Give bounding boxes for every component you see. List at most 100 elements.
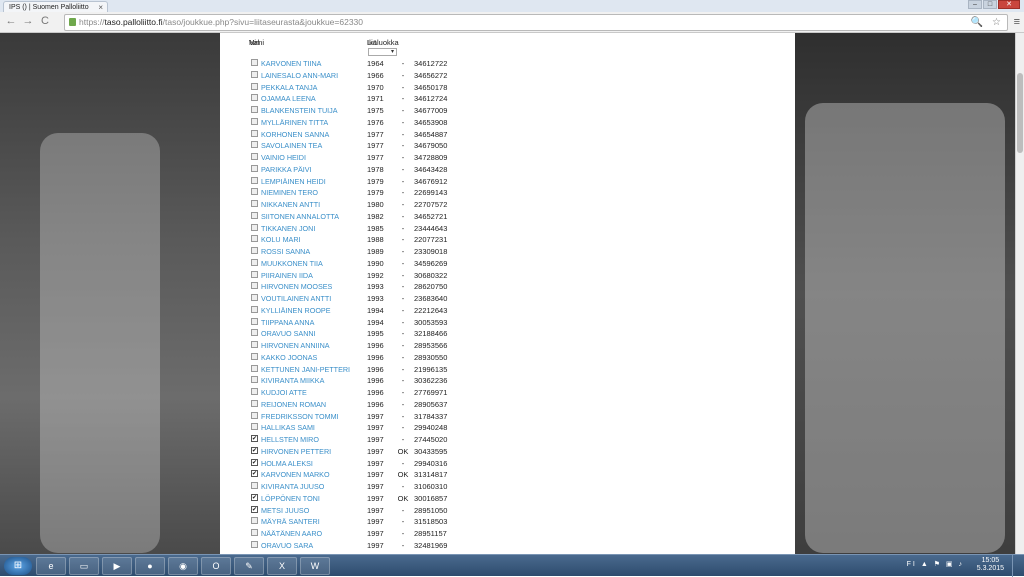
row-checkbox[interactable]: ✔: [251, 435, 258, 442]
player-name-link[interactable]: KAKKO JOONAS: [261, 353, 317, 362]
player-name-link[interactable]: KIVIRANTA JUUSO: [261, 482, 324, 491]
player-name-link[interactable]: HIRVONEN ANNIINA: [261, 341, 330, 350]
player-name-link[interactable]: VAINIO HEIDI: [261, 153, 306, 162]
tab-close-icon[interactable]: ×: [98, 3, 103, 12]
row-checkbox[interactable]: [251, 117, 258, 125]
row-checkbox[interactable]: ✔: [251, 470, 258, 478]
player-name-link[interactable]: NÄÄTÄNEN AARO: [261, 529, 322, 538]
row-checkbox[interactable]: [251, 211, 258, 219]
row-checkbox[interactable]: [251, 106, 258, 113]
row-checkbox[interactable]: [251, 376, 258, 384]
player-name-link[interactable]: HELLSTEN MIRO: [261, 435, 319, 444]
scrollbar-thumb[interactable]: [1017, 73, 1023, 153]
player-name-link[interactable]: FREDRIKSSON TOMMI: [261, 412, 339, 421]
row-checkbox[interactable]: [251, 200, 258, 207]
player-name-link[interactable]: LÖPPÖNEN TONI: [261, 494, 320, 503]
player-name-link[interactable]: VOUTILAINEN ANTTI: [261, 294, 331, 303]
player-name-link[interactable]: KIVIRANTA MIIKKA: [261, 376, 324, 385]
player-name-link[interactable]: KARVONEN TIINA: [261, 59, 321, 68]
row-checkbox[interactable]: [251, 317, 258, 325]
row-checkbox[interactable]: [251, 164, 258, 172]
row-checkbox[interactable]: [251, 129, 258, 137]
notes-icon[interactable]: ✎: [234, 557, 264, 575]
player-name-link[interactable]: HIRVONEN MOOSES: [261, 282, 332, 291]
row-checkbox[interactable]: [251, 540, 258, 548]
player-name-link[interactable]: NIKKANEN ANTTI: [261, 200, 320, 209]
player-name-link[interactable]: OJAMAA LEENA: [261, 94, 316, 103]
player-name-link[interactable]: LAINESALO ANN-MARI: [261, 71, 338, 80]
back-icon[interactable]: ←: [4, 15, 18, 27]
player-name-link[interactable]: PIIRAINEN IIDA: [261, 271, 313, 280]
bookmark-star-icon[interactable]: 🔍 ☆: [971, 15, 1004, 30]
player-name-link[interactable]: METSI JUUSO: [261, 506, 309, 515]
player-name-link[interactable]: ORAVUO SANNI: [261, 329, 316, 338]
row-checkbox[interactable]: [251, 329, 258, 337]
player-name-link[interactable]: KARVONEN MARKO: [261, 470, 330, 479]
address-bar[interactable]: https://taso.palloliitto.fi/taso/joukkue…: [64, 14, 1008, 31]
row-checkbox[interactable]: [251, 223, 258, 231]
player-name-link[interactable]: BLANKENSTEIN TUIJA: [261, 106, 338, 115]
outlook-icon[interactable]: O: [201, 557, 231, 575]
row-checkbox[interactable]: [251, 411, 258, 419]
row-checkbox[interactable]: [251, 282, 258, 290]
player-name-link[interactable]: KYLLIÄINEN ROOPE: [261, 306, 331, 315]
row-checkbox[interactable]: [251, 423, 258, 431]
player-name-link[interactable]: HIRVONEN PETTERI: [261, 447, 331, 456]
player-name-link[interactable]: HALLIKAS SAMI: [261, 423, 315, 432]
row-checkbox[interactable]: [251, 258, 258, 266]
player-name-link[interactable]: KETTUNEN JANI-PETTERI: [261, 365, 350, 374]
excel-icon[interactable]: X: [267, 557, 297, 575]
row-checkbox[interactable]: ✔: [251, 458, 258, 466]
player-name-link[interactable]: PEKKALA TANJA: [261, 83, 317, 92]
player-name-link[interactable]: PARIKKA PÄIVI: [261, 165, 312, 174]
player-name-link[interactable]: NIEMINEN TERO: [261, 188, 318, 197]
minimize-button[interactable]: –: [968, 0, 982, 9]
row-checkbox[interactable]: [251, 153, 258, 160]
forward-icon[interactable]: →: [21, 15, 35, 27]
player-name-link[interactable]: ROSSI SANNA: [261, 247, 310, 256]
player-name-link[interactable]: HOLMA ALEKSI: [261, 459, 313, 468]
row-checkbox[interactable]: [251, 188, 258, 196]
row-checkbox[interactable]: [251, 235, 258, 243]
row-checkbox[interactable]: [251, 82, 258, 90]
row-checkbox[interactable]: [251, 364, 258, 372]
clock[interactable]: 15:05 5.3.2015: [977, 557, 1004, 573]
player-name-link[interactable]: MYLLÄRINEN TITTA: [261, 118, 328, 127]
ie-icon[interactable]: e: [36, 557, 66, 575]
row-checkbox[interactable]: [251, 341, 258, 348]
row-checkbox[interactable]: [251, 482, 258, 489]
player-name-link[interactable]: KOLU MARI: [261, 235, 301, 244]
age-class-filter-select[interactable]: ▾: [368, 48, 397, 56]
row-checkbox[interactable]: [251, 70, 258, 78]
row-checkbox[interactable]: [251, 399, 258, 407]
player-name-link[interactable]: KUDJOI ATTE: [261, 388, 307, 397]
scrollbar[interactable]: [1015, 33, 1024, 554]
row-checkbox[interactable]: [251, 141, 258, 149]
player-name-link[interactable]: MUUKKONEN TIIA: [261, 259, 323, 268]
player-name-link[interactable]: TIIPPANA ANNA: [261, 318, 314, 327]
row-checkbox[interactable]: ✔: [251, 493, 258, 501]
maximize-button[interactable]: □: [983, 0, 997, 9]
show-desktop-button[interactable]: [1012, 555, 1024, 577]
close-window-button[interactable]: ✕: [998, 0, 1020, 9]
row-checkbox[interactable]: [251, 270, 258, 278]
folder-icon[interactable]: ▭: [69, 557, 99, 575]
row-checkbox[interactable]: [251, 59, 258, 66]
row-checkbox[interactable]: [251, 517, 258, 525]
media-player-icon[interactable]: ▶: [102, 557, 132, 575]
reload-icon[interactable]: C: [38, 15, 52, 27]
row-checkbox[interactable]: ✔: [251, 505, 258, 513]
player-name-link[interactable]: SIITONEN ANNALOTTA: [261, 212, 339, 221]
row-checkbox[interactable]: [251, 305, 258, 313]
player-name-link[interactable]: TIKKANEN JONI: [261, 224, 315, 233]
player-name-link[interactable]: KORHONEN SANNA: [261, 130, 329, 139]
row-checkbox[interactable]: [251, 388, 258, 395]
row-checkbox[interactable]: [251, 352, 258, 360]
firefox-icon[interactable]: ●: [135, 557, 165, 575]
player-name-link[interactable]: MÄYRÄ SANTERI: [261, 517, 320, 526]
row-checkbox[interactable]: [251, 94, 258, 102]
row-checkbox[interactable]: [251, 176, 258, 184]
row-checkbox[interactable]: [251, 247, 258, 254]
player-name-link[interactable]: LEMPIÄINEN HEIDI: [261, 177, 326, 186]
row-checkbox[interactable]: ✔: [251, 446, 258, 454]
